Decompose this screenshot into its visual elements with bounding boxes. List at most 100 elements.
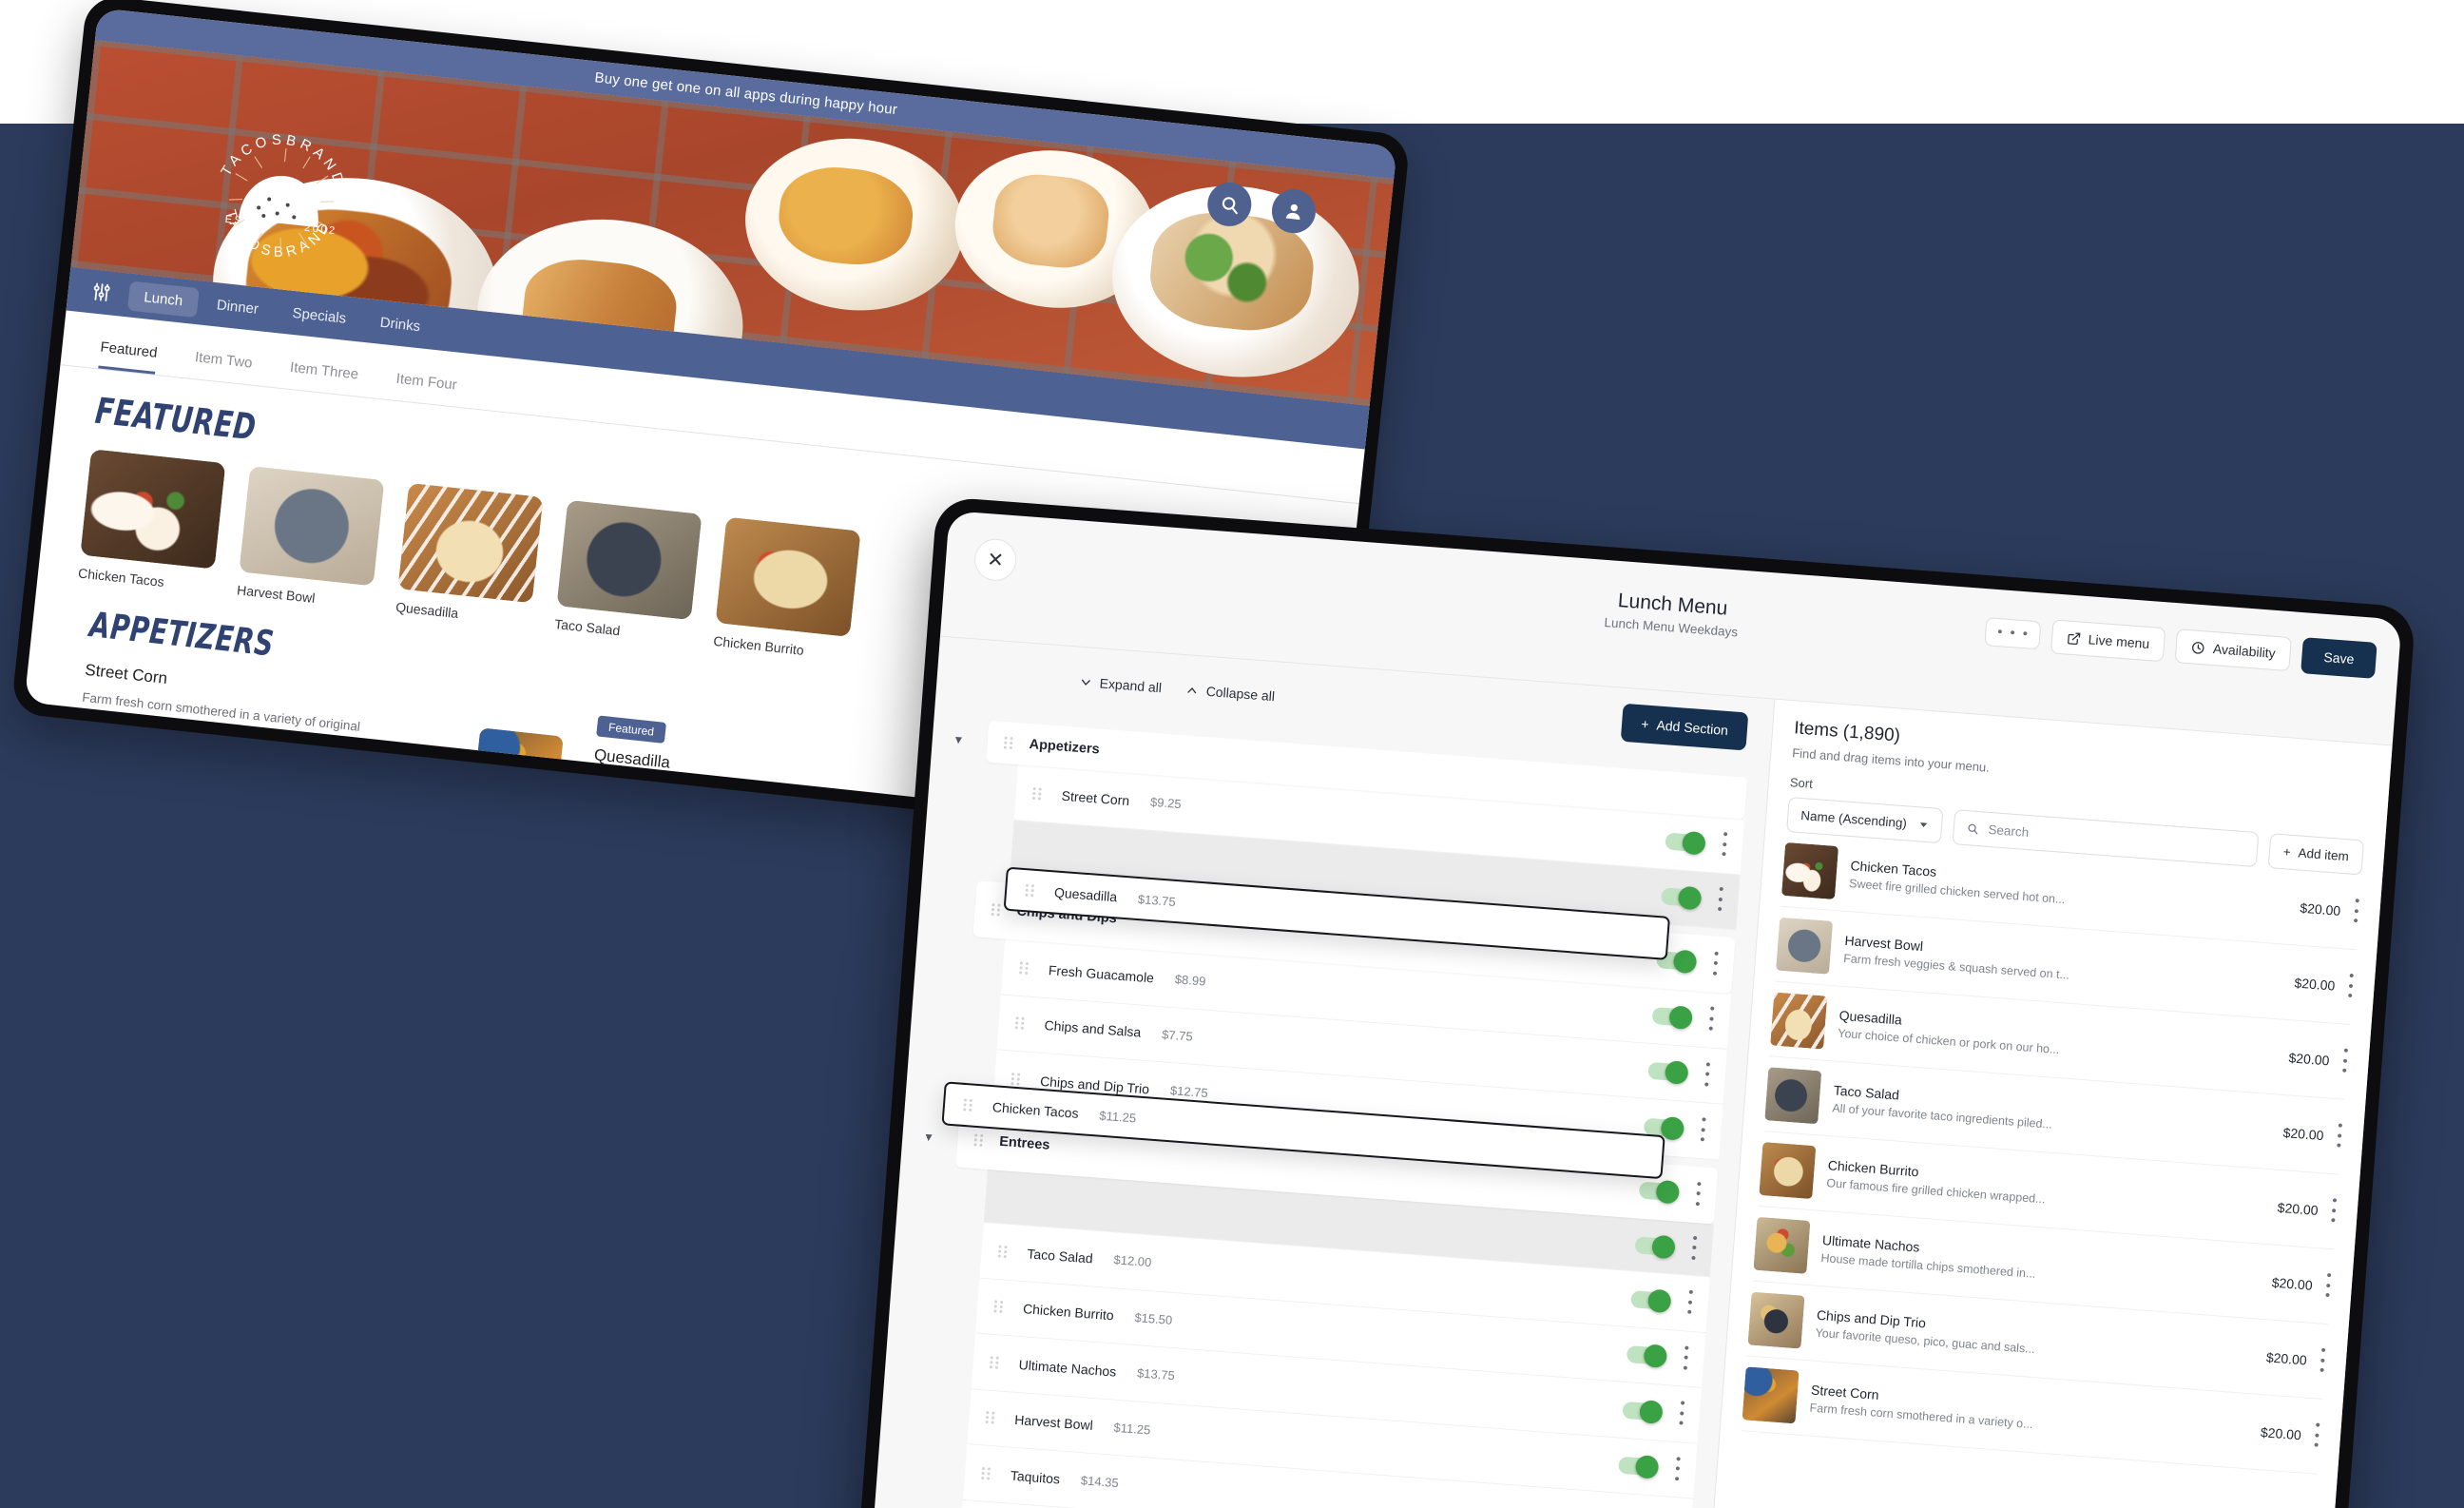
featured-card-image: [397, 482, 544, 604]
collapse-all-button[interactable]: Collapse all: [1185, 682, 1276, 704]
featured-card[interactable]: Chicken Burrito: [713, 516, 861, 663]
featured-card[interactable]: Taco Salad: [554, 499, 703, 646]
row-more-icon[interactable]: • • •: [1712, 945, 1720, 981]
more-options-icon[interactable]: • • •: [1984, 616, 2042, 650]
row-more-icon[interactable]: • • •: [1686, 1285, 1694, 1321]
save-button[interactable]: Save: [2300, 637, 2377, 679]
nav-item-specials[interactable]: Specials: [276, 297, 362, 335]
row-more-icon[interactable]: • • •: [1690, 1230, 1698, 1266]
row-more-icon[interactable]: • • •: [2336, 1118, 2343, 1154]
drag-handle-icon[interactable]: [996, 1244, 1009, 1260]
chevron-down-icon: [1082, 679, 1090, 686]
row-more-icon[interactable]: • • •: [2353, 893, 2360, 929]
row-more-icon[interactable]: • • •: [2324, 1267, 2332, 1304]
subtab-featured[interactable]: Featured: [98, 338, 159, 375]
item-price: $13.75: [1137, 891, 1177, 909]
external-link-icon: [2067, 631, 2080, 645]
drag-handle-icon[interactable]: [988, 1354, 1000, 1370]
item-price: $20.00: [2299, 899, 2341, 918]
search-icon[interactable]: [1205, 180, 1254, 229]
row-controls: •••: [1660, 881, 1724, 918]
item-enabled-toggle[interactable]: [1665, 832, 1704, 853]
row-more-icon[interactable]: • • •: [2341, 1043, 2349, 1079]
item-enabled-toggle[interactable]: [1622, 1401, 1662, 1421]
featured-card[interactable]: Harvest Bowl: [236, 466, 385, 611]
account-icon[interactable]: [1269, 186, 1319, 236]
item-enabled-toggle[interactable]: [1646, 1062, 1687, 1082]
item-text: Quesadilla Your choice of chicken or por…: [1838, 1008, 2277, 1073]
featured-badge: Featured: [596, 715, 667, 744]
item-price: $12.00: [1113, 1252, 1152, 1270]
row-controls: •••: [1626, 1339, 1690, 1376]
plus-icon: +: [1640, 716, 1650, 732]
subtab-item-four[interactable]: Item Four: [394, 371, 458, 407]
item-enabled-toggle[interactable]: [1617, 1456, 1657, 1477]
drag-handle-icon[interactable]: [1010, 1071, 1022, 1087]
live-menu-label: Live menu: [2088, 631, 2150, 652]
featured-card-image: [239, 466, 385, 587]
chevron-down-icon[interactable]: ▾: [925, 1129, 933, 1145]
drag-handle-icon[interactable]: [1002, 735, 1014, 751]
row-more-icon[interactable]: • • •: [1683, 1340, 1690, 1376]
sliders-icon[interactable]: [90, 280, 113, 303]
close-icon[interactable]: ✕: [972, 537, 1018, 583]
chevron-down-icon[interactable]: ▾: [954, 731, 962, 747]
brand-logo: TACOSBRAND TACOSBRAND ESTD 2002: [193, 113, 369, 289]
item-enabled-toggle[interactable]: [1634, 1235, 1674, 1256]
row-more-icon[interactable]: • • •: [1700, 1112, 1707, 1148]
drag-handle-icon[interactable]: [984, 1410, 996, 1426]
row-more-icon[interactable]: • • •: [1704, 1056, 1711, 1092]
item-price: $11.25: [1113, 1420, 1151, 1438]
item-enabled-toggle[interactable]: [1626, 1345, 1665, 1366]
expand-all-button[interactable]: Expand all: [1079, 674, 1163, 695]
drag-handle-icon[interactable]: [962, 1097, 974, 1113]
nav-item-drinks[interactable]: Drinks: [363, 306, 436, 343]
drag-handle-icon[interactable]: [1013, 1015, 1026, 1032]
item-enabled-toggle[interactable]: [1629, 1289, 1670, 1310]
section-enabled-toggle[interactable]: [1638, 1181, 1678, 1202]
featured-card-image: [556, 499, 703, 621]
drag-handle-icon[interactable]: [1030, 785, 1043, 802]
nav-item-lunch[interactable]: Lunch: [126, 280, 200, 318]
item-price: $20.00: [2293, 975, 2336, 994]
row-more-icon[interactable]: • • •: [2313, 1418, 2320, 1454]
row-more-icon[interactable]: • • •: [2330, 1192, 2338, 1228]
item-thumbnail: [1742, 1366, 1800, 1424]
subtab-item-two[interactable]: Item Two: [193, 349, 253, 384]
row-more-icon[interactable]: • • •: [1674, 1451, 1682, 1487]
menu-item-tag: Gluten Free: [585, 825, 647, 841]
add-item-button[interactable]: + Add item: [2267, 833, 2365, 876]
item-price: $11.25: [1098, 1108, 1137, 1126]
drag-handle-icon[interactable]: [990, 902, 1002, 918]
item-thumbnail: [1759, 1142, 1817, 1200]
chevron-down-icon: [1919, 822, 1928, 827]
featured-card[interactable]: Chicken Tacos: [77, 449, 226, 594]
featured-card-image: [80, 449, 226, 570]
drag-handle-icon[interactable]: [972, 1132, 985, 1149]
item-price: $20.00: [2265, 1349, 2308, 1368]
drag-handle-icon[interactable]: [1024, 882, 1036, 899]
drag-handle-icon[interactable]: [992, 1299, 1005, 1315]
row-more-icon[interactable]: • • •: [1678, 1395, 1685, 1431]
drag-handle-icon[interactable]: [1017, 960, 1030, 976]
sort-select-value: Name (Ascending): [1800, 808, 1908, 831]
item-enabled-toggle[interactable]: [1651, 1006, 1691, 1027]
item-name: Harvest Bowl: [1013, 1412, 1094, 1434]
availability-button[interactable]: Availability: [2174, 628, 2292, 672]
item-thumbnail: [1776, 917, 1834, 975]
section-name: Entrees: [998, 1134, 1050, 1154]
featured-card[interactable]: Quesadilla: [395, 482, 544, 628]
row-more-icon[interactable]: • • •: [2347, 968, 2355, 1004]
nav-item-dinner[interactable]: Dinner: [200, 288, 275, 325]
drag-handle-icon[interactable]: [980, 1465, 992, 1481]
row-more-icon[interactable]: • • •: [1717, 881, 1724, 918]
live-menu-button[interactable]: Live menu: [2050, 619, 2166, 663]
row-more-icon[interactable]: • • •: [1721, 826, 1728, 862]
row-more-icon[interactable]: • • •: [2319, 1343, 2326, 1379]
row-more-icon[interactable]: • • •: [1695, 1175, 1703, 1211]
row-more-icon[interactable]: • • •: [1707, 1000, 1715, 1036]
header-actions: • • • Live menu Availability Save: [1984, 613, 2377, 679]
item-enabled-toggle[interactable]: [1660, 887, 1700, 908]
item-price: $8.99: [1174, 972, 1206, 989]
add-section-button[interactable]: + Add Section: [1621, 703, 1749, 751]
